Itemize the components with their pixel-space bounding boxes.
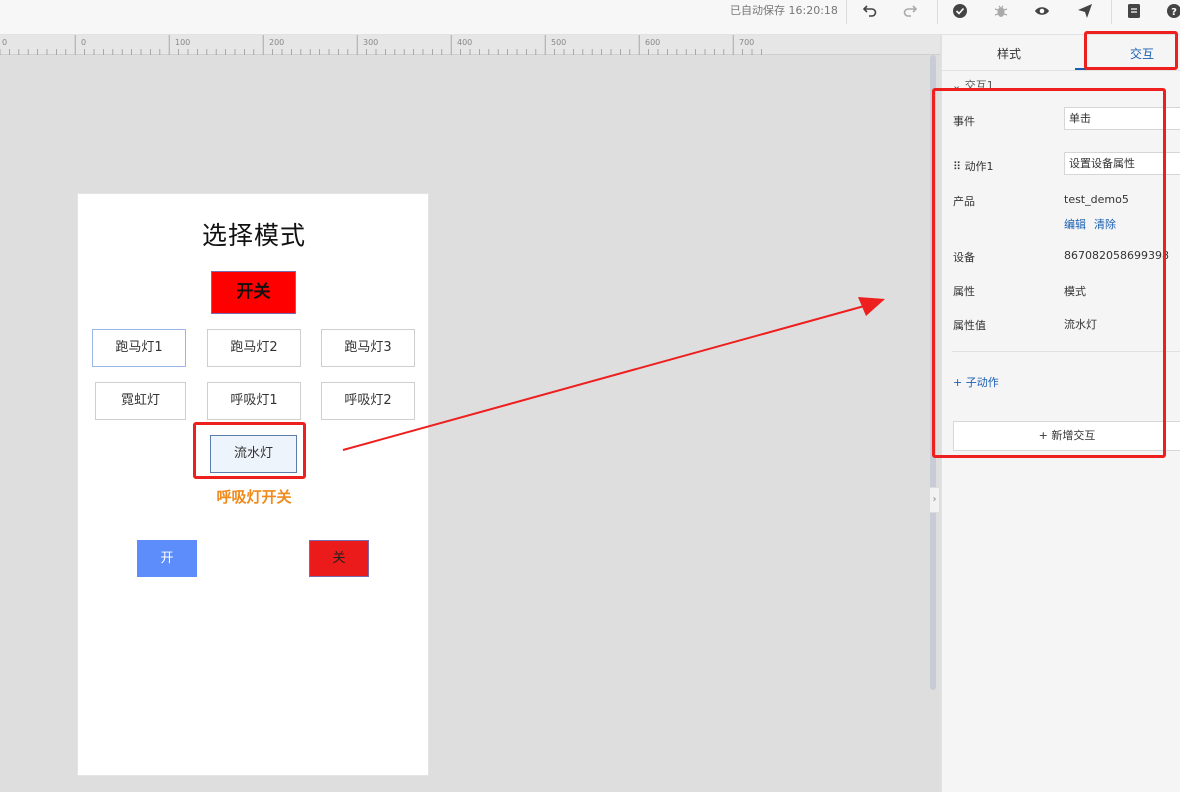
annotation-arrow — [342, 297, 885, 451]
